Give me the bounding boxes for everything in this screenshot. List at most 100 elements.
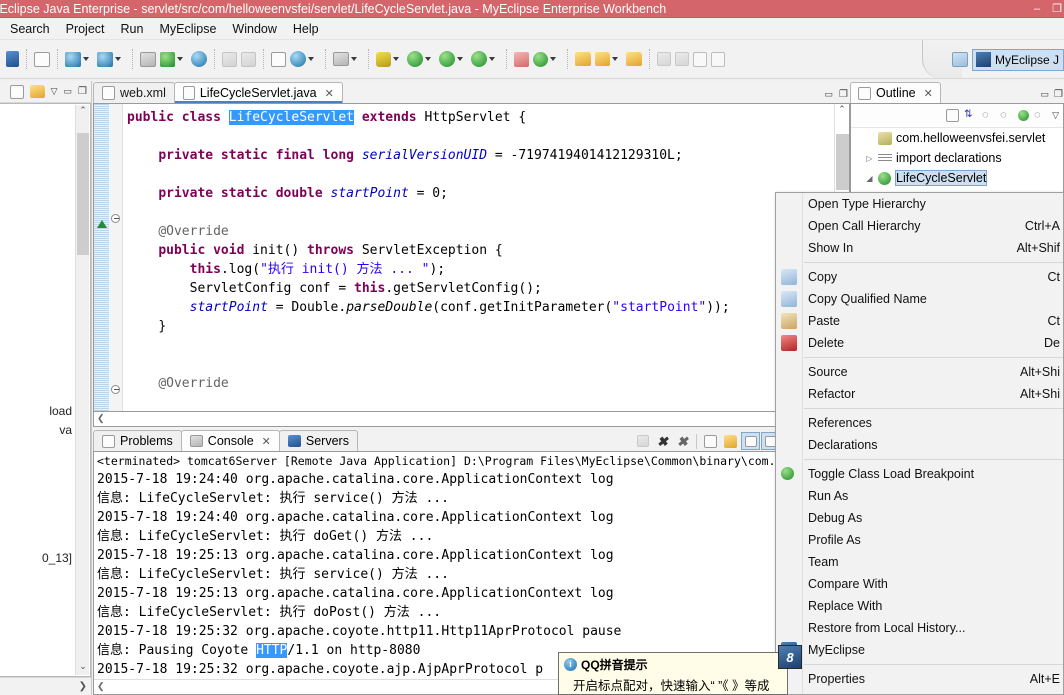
scroll-left-icon[interactable]: ❮ [97, 413, 105, 424]
chevron-down-icon[interactable] [489, 57, 495, 61]
context-menu-item-copy[interactable]: Copy Ct [776, 266, 1063, 288]
minimize-button[interactable]: – [1034, 3, 1040, 15]
pin-button[interactable] [655, 44, 673, 74]
context-menu[interactable]: Open Type Hierarchy Open Call Hierarchy Ct… [775, 192, 1064, 695]
run-server-button[interactable] [138, 44, 158, 74]
deploy-button[interactable] [63, 44, 95, 74]
chevron-down-icon[interactable] [425, 57, 431, 61]
print-button[interactable] [269, 44, 288, 74]
chevron-down-icon[interactable] [177, 57, 183, 61]
edit-button[interactable] [593, 44, 624, 74]
fold-collapse-icon[interactable] [111, 385, 120, 394]
toggle-marker-button[interactable] [691, 44, 709, 74]
maximize-icon[interactable]: ❐ [1054, 89, 1063, 100]
context-menu-item-references[interactable]: References [776, 412, 1063, 434]
new-class-button[interactable] [512, 44, 531, 74]
twisty-icon[interactable]: ▷ [865, 154, 874, 163]
chevron-down-icon[interactable] [83, 57, 89, 61]
save-all-button[interactable] [239, 44, 258, 74]
open-type-button[interactable] [288, 44, 320, 74]
context-menu-item-restore-from-local-history[interactable]: Restore from Local History... [776, 617, 1063, 639]
scroll-up-icon[interactable]: ⌃ [835, 104, 849, 118]
scroll-up-icon[interactable]: ⌃ [76, 105, 90, 119]
new-package-button[interactable] [531, 44, 562, 74]
pin-console-button[interactable] [741, 432, 760, 450]
chevron-down-icon[interactable] [612, 57, 618, 61]
twisty-icon[interactable]: ◢ [865, 174, 874, 183]
context-menu-item-show-in[interactable]: Show In Alt+Shif [776, 237, 1063, 259]
maximize-icon[interactable]: ❐ [78, 86, 87, 97]
web20-button[interactable] [32, 44, 52, 74]
editor-tab-webxml[interactable]: web.xml [93, 82, 175, 103]
context-menu-item-compare-with[interactable]: Compare With [776, 573, 1063, 595]
scroll-thumb[interactable] [77, 133, 89, 255]
remove-launch-button[interactable]: ✖ [653, 432, 672, 450]
context-menu-item-open-call-hierarchy[interactable]: Open Call Hierarchy Ctrl+A [776, 215, 1063, 237]
context-menu-item-myeclipse[interactable]: MyEclipse [776, 639, 1063, 661]
outline-item-lifecycleservlet[interactable]: ◢ LifeCycleServlet [851, 168, 1063, 188]
deploy2-button[interactable] [95, 44, 127, 74]
new-wizard-button[interactable] [0, 44, 21, 74]
menu-item-search[interactable]: Search [2, 20, 58, 38]
chevron-down-icon[interactable] [550, 57, 556, 61]
context-menu-item-profile-as[interactable]: Profile As [776, 529, 1063, 551]
debug-button[interactable] [374, 44, 405, 74]
code-editor[interactable]: public class LifeCycleServlet extends Ht… [93, 103, 850, 412]
editor-marker-bar[interactable] [94, 104, 109, 411]
context-menu-item-replace-with[interactable]: Replace With [776, 595, 1063, 617]
view-menu-icon[interactable]: ▽ [51, 86, 58, 97]
scroll-left-icon[interactable]: ❮ [97, 681, 105, 692]
context-menu-item-open-type-hierarchy[interactable]: Open Type Hierarchy [776, 193, 1063, 215]
chevron-down-icon[interactable] [351, 57, 357, 61]
new-perspective-icon[interactable] [951, 52, 968, 67]
context-menu-item-toggle-class-load-breakpoint[interactable]: Toggle Class Load Breakpoint [776, 463, 1063, 485]
sort-icon[interactable]: ⇅ [964, 109, 977, 122]
toggle-block-button[interactable] [709, 44, 727, 74]
scroll-lock-button[interactable] [721, 432, 740, 450]
menu-item-window[interactable]: Window [224, 20, 284, 38]
warning-marker-icon[interactable] [97, 220, 107, 228]
menu-item-myeclipse[interactable]: MyEclipse [151, 20, 224, 38]
minimize-icon[interactable]: ▭ [1041, 89, 1050, 100]
menu-item-project[interactable]: Project [58, 20, 113, 38]
left-panel-hscrollbar[interactable]: ❯ [0, 677, 91, 695]
browser-button[interactable] [189, 44, 209, 74]
external-tools-button[interactable] [437, 44, 469, 74]
maximize-icon[interactable]: ❐ [839, 89, 848, 100]
tab-console[interactable]: Console ✕ [180, 430, 280, 451]
fold-collapse-icon[interactable] [111, 214, 120, 223]
editor-hscrollbar[interactable]: ❮ [93, 412, 850, 427]
context-menu-item-source[interactable]: Source Alt+Shi [776, 361, 1063, 383]
myeclipse-icon[interactable]: 8 [778, 645, 802, 669]
context-menu-item-paste[interactable]: Paste Ct [776, 310, 1063, 332]
tab-servers[interactable]: Servers [278, 430, 358, 451]
terminate-button[interactable] [633, 432, 652, 450]
maximize-button[interactable]: ❐ [1052, 3, 1062, 15]
tab-problems[interactable]: Problems [93, 430, 182, 451]
close-icon[interactable]: ✕ [262, 435, 271, 448]
perspective-myeclipse[interactable]: MyEclipse J [971, 48, 1064, 71]
context-menu-item-copy-qualified-name[interactable]: Copy Qualified Name [776, 288, 1063, 310]
left-panel-scrollbar[interactable]: ⌃ ⌄ [75, 105, 89, 675]
scroll-thumb[interactable] [836, 134, 849, 190]
view-menu-icon[interactable]: ▽ [1052, 110, 1059, 121]
run-button[interactable] [405, 44, 437, 74]
scroll-down-icon[interactable]: ⌄ [76, 661, 90, 675]
chevron-down-icon[interactable] [308, 57, 314, 61]
screenshot-button[interactable] [331, 44, 363, 74]
hide-static-icon[interactable]: ◌ [1000, 109, 1013, 122]
open-resource-button[interactable] [624, 44, 644, 74]
save-button[interactable] [220, 44, 239, 74]
outline-item-imports[interactable]: ▷ import declarations [851, 148, 1063, 168]
collapse-all-icon[interactable] [946, 109, 960, 122]
hide-nonpublic-icon[interactable] [1018, 110, 1030, 121]
context-menu-item-properties[interactable]: Properties Alt+E [776, 668, 1063, 690]
context-menu-item-debug-as[interactable]: Debug As [776, 507, 1063, 529]
clear-console-button[interactable] [701, 432, 720, 450]
menu-item-help[interactable]: Help [285, 20, 327, 38]
outline-item-package[interactable]: com.helloweenvsfei.servlet [851, 128, 1063, 148]
chevron-down-icon[interactable] [457, 57, 463, 61]
context-menu-item-team[interactable]: Team [776, 551, 1063, 573]
remove-all-launches-button[interactable]: ✖ [673, 432, 692, 450]
chevron-down-icon[interactable] [393, 57, 399, 61]
